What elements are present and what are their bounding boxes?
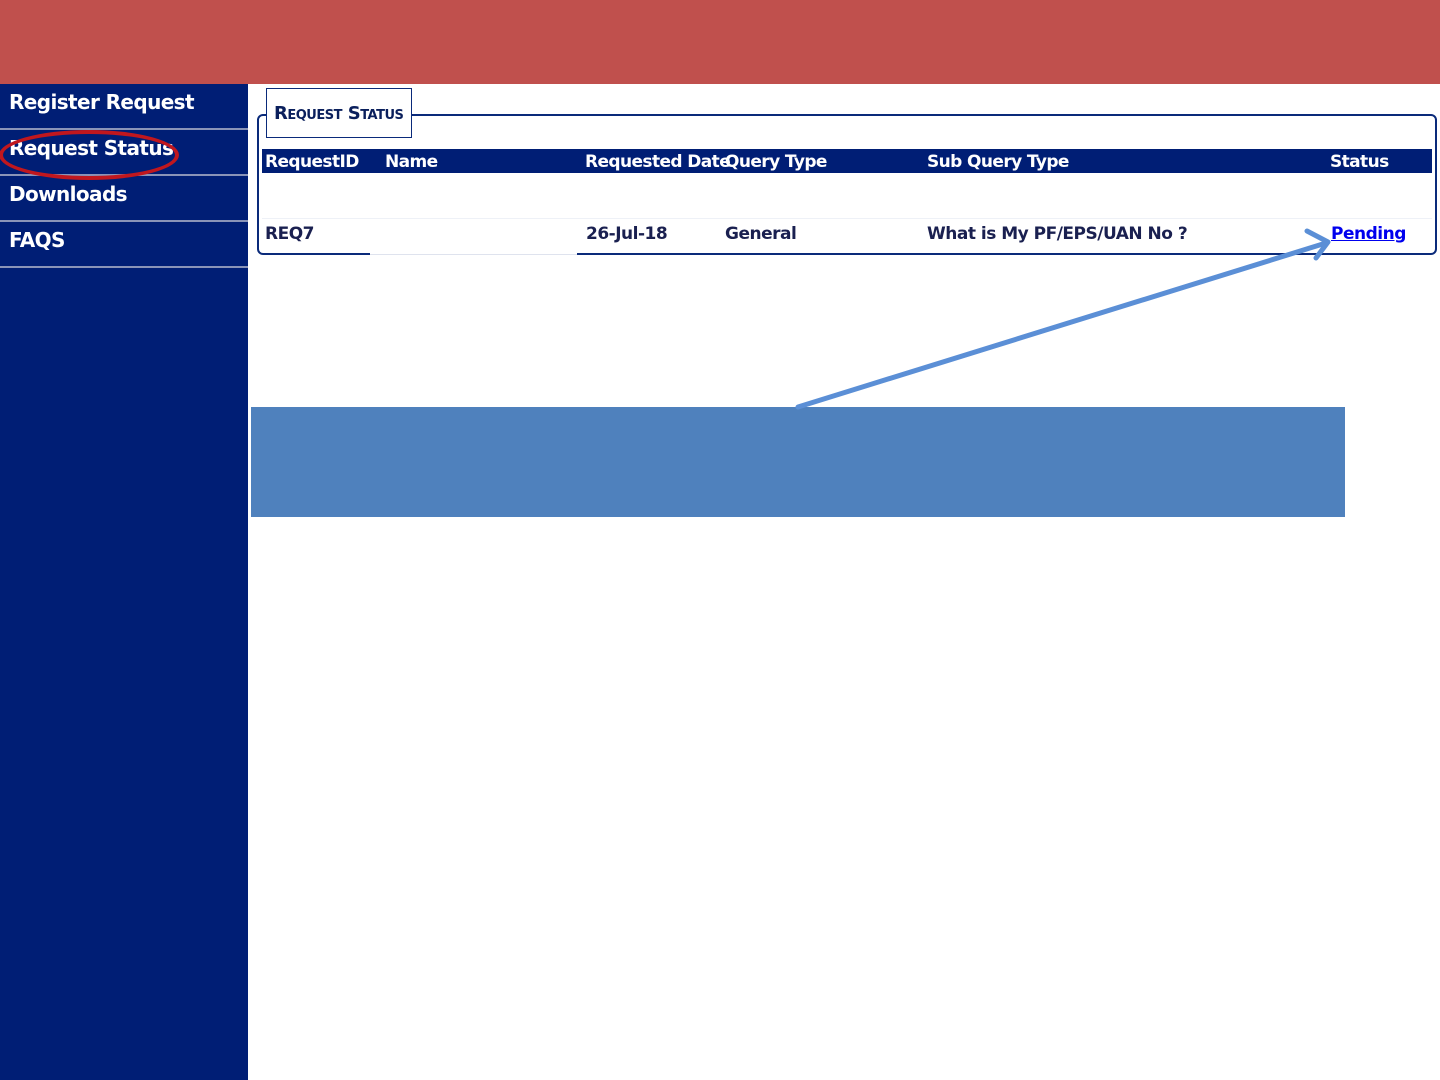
column-header-sub-query-type: Sub Query Type bbox=[927, 152, 1069, 172]
sidebar-item-faqs[interactable]: FAQS bbox=[0, 222, 248, 268]
table-header: RequestID Name Requested Date Query Type… bbox=[262, 149, 1432, 173]
column-header-query-type: Query Type bbox=[725, 152, 827, 172]
cell-sub-query-type: What is My PF/EPS/UAN No ? bbox=[927, 224, 1188, 244]
status-pending-link[interactable]: Pending bbox=[1331, 222, 1406, 246]
sidebar: Register Request Request Status Download… bbox=[0, 84, 248, 1080]
sidebar-item-request-status[interactable]: Request Status bbox=[0, 130, 248, 180]
sidebar-item-label: Register Request bbox=[9, 90, 195, 114]
sidebar-item-downloads[interactable]: Downloads bbox=[0, 176, 248, 222]
column-header-name: Name bbox=[385, 152, 438, 172]
callout-box bbox=[251, 407, 1345, 517]
column-header-requested-date: Requested Date bbox=[585, 152, 731, 172]
name-redaction bbox=[370, 222, 577, 255]
panel-title: Request Status bbox=[266, 88, 412, 138]
column-header-request-id: RequestID bbox=[265, 152, 359, 172]
row-divider bbox=[262, 218, 1432, 219]
cell-request-id: REQ7 bbox=[265, 224, 314, 244]
top-banner bbox=[0, 0, 1440, 84]
cell-requested-date: 26-Jul-18 bbox=[586, 224, 668, 244]
column-header-status: Status bbox=[1330, 152, 1389, 172]
sidebar-item-register-request[interactable]: Register Request bbox=[0, 84, 248, 130]
sidebar-item-label: Downloads bbox=[9, 182, 128, 206]
cell-query-type: General bbox=[725, 224, 797, 244]
sidebar-item-label: Request Status bbox=[9, 136, 174, 160]
sidebar-item-label: FAQS bbox=[9, 228, 65, 252]
